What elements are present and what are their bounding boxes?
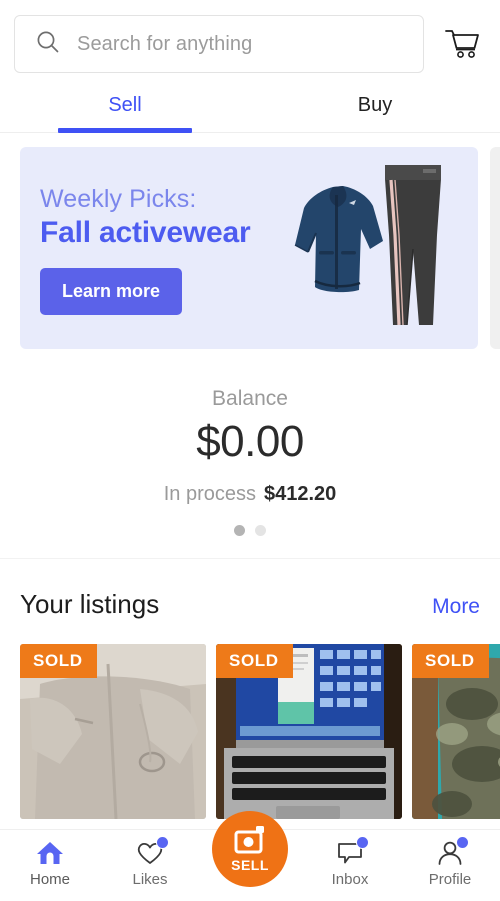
app-screen: Search for anything Sell Buy Weekly Pick… — [0, 0, 500, 901]
listings-more-link[interactable]: More — [432, 595, 480, 619]
notification-badge — [356, 836, 369, 849]
nav-label-home: Home — [29, 871, 70, 888]
promo-title: Fall activewear — [40, 216, 251, 249]
shopping-cart-icon[interactable] — [438, 20, 486, 68]
nav-item-home[interactable]: Home — [0, 838, 100, 888]
pager-dot-2[interactable] — [255, 525, 266, 536]
listing-card[interactable]: SOLD — [20, 644, 206, 819]
nav-label-inbox: Inbox — [331, 871, 369, 888]
notification-badge — [456, 836, 469, 849]
promo-text-block: Weekly Picks: Fall activewear Learn more — [40, 185, 251, 315]
promo-card-fall-activewear[interactable]: Weekly Picks: Fall activewear Learn more — [20, 147, 478, 349]
status-badge: SOLD — [412, 644, 489, 678]
sell-button[interactable]: SELL — [212, 811, 288, 887]
main-tabs: Sell Buy — [0, 78, 500, 133]
chat-bubble-icon — [333, 836, 369, 868]
bottom-navigation: Home Likes SELL Inbox — [0, 811, 500, 901]
nav-label-profile: Profile — [428, 871, 472, 888]
in-process-amount: $412.20 — [263, 483, 337, 505]
listing-card[interactable]: SOLD — [216, 644, 402, 819]
tab-sell-label: Sell — [108, 93, 142, 116]
search-placeholder-text: Search for anything — [77, 32, 253, 55]
tab-sell[interactable]: Sell — [0, 78, 250, 132]
listings-title: Your listings — [20, 589, 160, 619]
pager-dot-1[interactable] — [234, 525, 245, 536]
tab-buy[interactable]: Buy — [250, 78, 500, 132]
nav-item-profile[interactable]: Profile — [400, 836, 500, 888]
person-icon — [433, 836, 469, 868]
sell-button-label: SELL — [231, 857, 269, 873]
listings-carousel[interactable]: SOLD SOLD SOLD — [0, 620, 500, 819]
heart-icon — [133, 836, 169, 868]
balance-pager[interactable] — [0, 525, 500, 536]
nav-item-inbox[interactable]: Inbox — [300, 836, 400, 888]
activewear-artwork — [294, 165, 441, 326]
promo-carousel[interactable]: Weekly Picks: Fall activewear Learn more — [0, 133, 500, 359]
tab-buy-label: Buy — [357, 93, 393, 116]
nav-item-likes[interactable]: Likes — [100, 836, 200, 888]
camera-icon — [234, 826, 264, 854]
in-process-label: In process — [163, 483, 256, 505]
search-icon — [35, 29, 61, 60]
notification-badge — [156, 836, 169, 849]
status-badge: SOLD — [20, 644, 97, 678]
search-input[interactable]: Search for anything — [14, 15, 424, 73]
search-header: Search for anything — [0, 0, 500, 78]
listing-card[interactable]: SOLD — [412, 644, 500, 819]
promo-kicker: Weekly Picks: — [40, 185, 197, 213]
balance-section: Balance $0.00 In process $412.20 — [0, 359, 500, 559]
promo-track: Weekly Picks: Fall activewear Learn more — [0, 147, 500, 349]
nav-label-likes: Likes — [132, 871, 168, 888]
status-badge: SOLD — [216, 644, 293, 678]
in-process-row: In process $412.20 — [0, 483, 500, 506]
learn-more-button[interactable]: Learn more — [40, 268, 183, 315]
balance-amount: $0.00 — [196, 417, 304, 466]
your-listings-section: Your listings More SOLD SOLD SOLD — [0, 559, 500, 819]
balance-label: Balance — [212, 387, 288, 410]
listings-header: Your listings More — [0, 589, 500, 620]
promo-card-next[interactable] — [490, 147, 500, 349]
home-icon — [33, 838, 67, 868]
